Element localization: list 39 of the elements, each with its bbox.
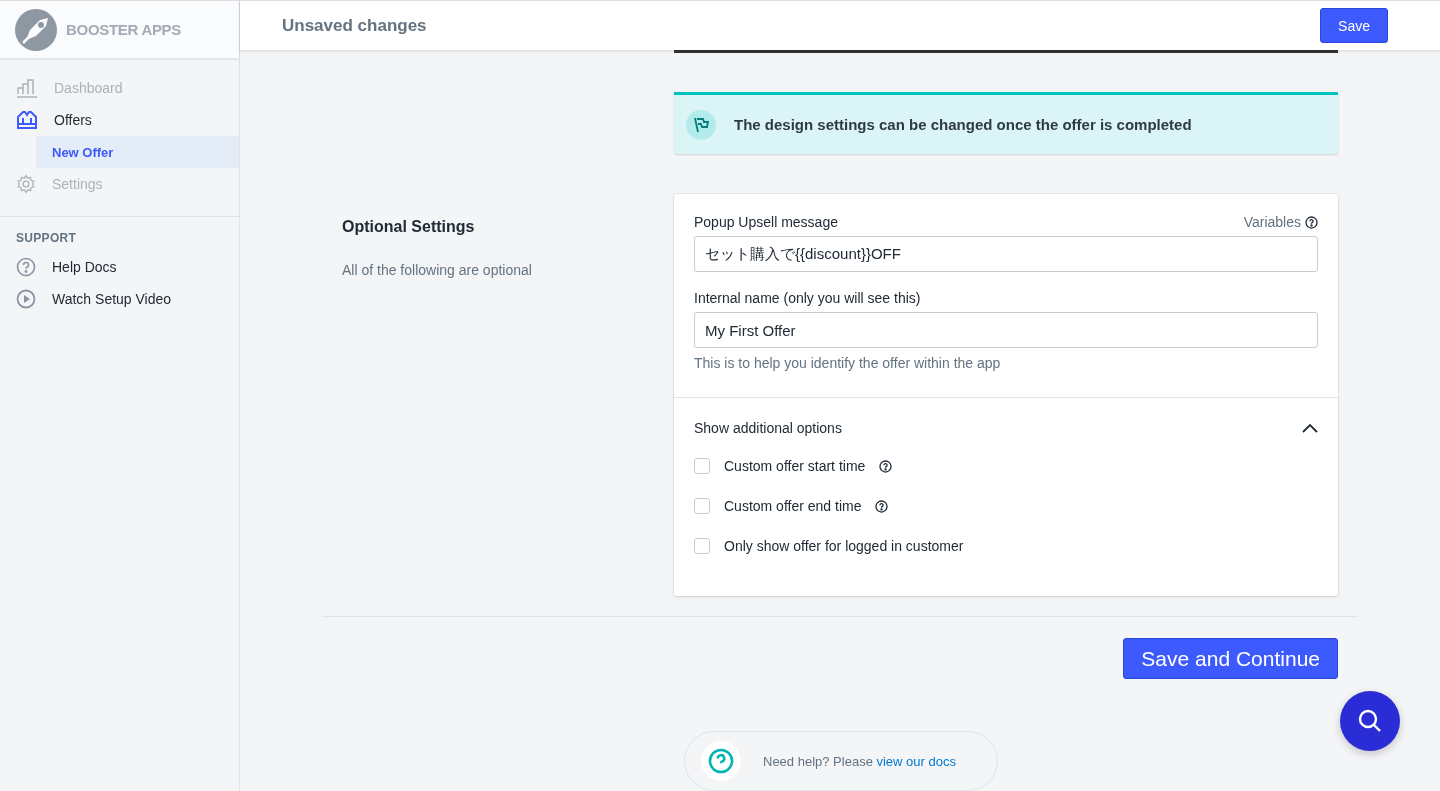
bar-chart-icon	[16, 78, 38, 98]
checkbox-label: Only show offer for logged in customer	[724, 538, 964, 554]
field-label: Internal name (only you will see this)	[694, 290, 921, 306]
flag-icon	[686, 109, 716, 140]
checkbox[interactable]	[694, 538, 710, 554]
notice-text: The design settings can be changed once the offer is completed	[734, 116, 1192, 133]
docs-link[interactable]: view our docs	[876, 753, 956, 769]
sidebar-item[interactable]: Help Docs	[0, 251, 239, 283]
checkbox-label: Custom offer start time	[724, 458, 866, 474]
help-footer-text: Need help? Please view our docs	[763, 753, 956, 769]
play-icon	[16, 289, 36, 309]
sidebar-item[interactable]: Offers	[0, 104, 239, 136]
help-icon	[708, 748, 734, 774]
page-title: Unsaved changes	[282, 15, 427, 36]
tag-icon	[16, 110, 38, 130]
checkbox[interactable]	[694, 458, 710, 474]
brand-name: BOOSTER APPS	[66, 21, 182, 38]
save-button[interactable]: Save	[1320, 8, 1388, 43]
options-toggle[interactable]: Show additional options	[694, 420, 842, 436]
help-icon	[1305, 215, 1318, 229]
rocket-logo-icon	[14, 7, 58, 52]
variables-link[interactable]: Variables	[1243, 214, 1301, 230]
search-button[interactable]	[1340, 691, 1400, 751]
help-text: This is to help you identify the offer within the app	[694, 355, 1002, 371]
checkbox-label: Custom offer end time	[724, 498, 862, 514]
input-field[interactable]: セット購入で{{discount}}OFF	[694, 236, 1318, 272]
save-and-continue-button[interactable]: Save and Continue	[1123, 638, 1338, 679]
sidebar-item[interactable]: Watch Setup Video	[0, 283, 239, 315]
field-label: Popup Upsell message	[694, 214, 838, 230]
section-description: All of the following are optional	[342, 262, 533, 278]
input-field[interactable]: My First Offer	[694, 312, 1318, 348]
sidebar-subitem[interactable]: New Offer	[36, 136, 239, 168]
search-icon	[1357, 708, 1383, 734]
help-icon	[16, 257, 36, 277]
settings-icon	[16, 174, 36, 194]
section-title: Optional Settings	[342, 218, 476, 236]
chevron-up-icon[interactable]	[1302, 423, 1318, 433]
section-heading: SUPPORT	[15, 230, 78, 247]
checkbox[interactable]	[694, 498, 710, 514]
